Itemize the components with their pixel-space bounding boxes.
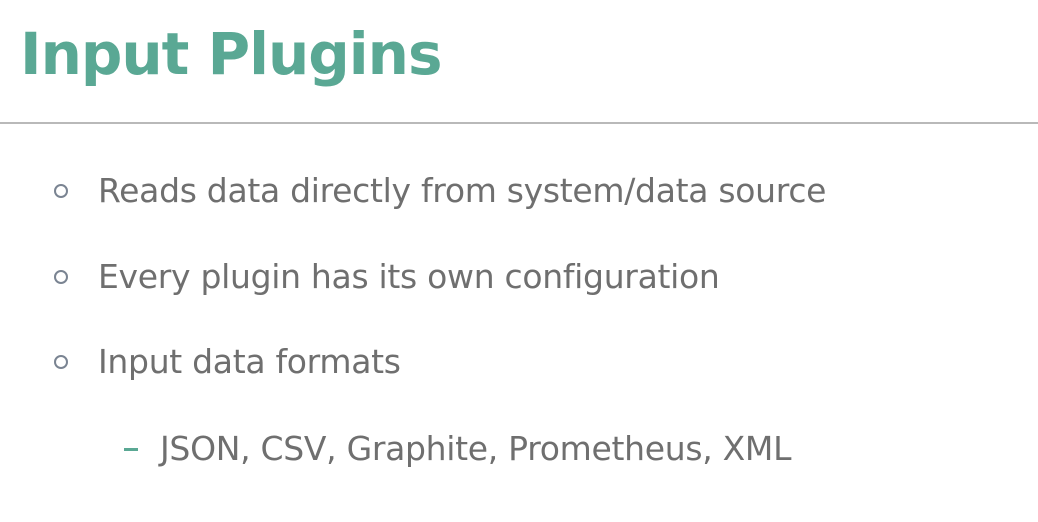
bullet-item: Reads data directly from system/data sou… (54, 166, 1014, 214)
slide-title: Input Plugins (20, 20, 442, 88)
bullet-text: Input data formats (98, 341, 401, 381)
bullet-text: Every plugin has its own configuration (98, 256, 720, 296)
bullet-text: Reads data directly from system/data sou… (98, 170, 827, 210)
hollow-circle-bullet-icon (54, 355, 68, 369)
sub-bullet-item: JSON, CSV, Graphite, Prometheus, XML (124, 424, 791, 472)
title-divider (0, 122, 1038, 124)
hollow-circle-bullet-icon (54, 184, 68, 198)
hollow-circle-bullet-icon (54, 270, 68, 284)
bullet-item: Every plugin has its own configuration (54, 252, 1014, 300)
dash-bullet-icon (124, 448, 138, 451)
sub-bullet-text: JSON, CSV, Graphite, Prometheus, XML (160, 428, 792, 468)
bullet-item: Input data formats (54, 337, 1014, 385)
